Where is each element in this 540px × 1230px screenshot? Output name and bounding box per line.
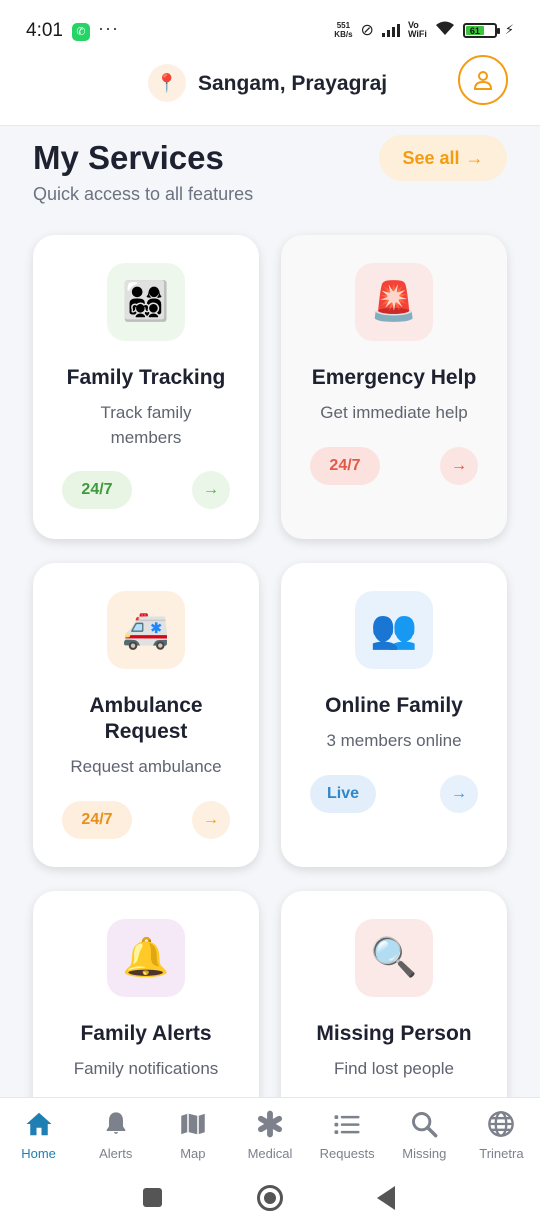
nav-label: Trinetra <box>479 1146 524 1161</box>
card-title: Online Family <box>325 694 463 717</box>
status-icons: 551 KB/s ⊘ Vo WiFi 61 ⚡ <box>334 20 514 40</box>
nav-label: Home <box>21 1146 56 1161</box>
list-icon <box>331 1108 363 1140</box>
back-button[interactable] <box>377 1186 395 1210</box>
ambulance-icon: 🚑 <box>107 591 185 669</box>
nav-label: Medical <box>247 1146 293 1161</box>
nav-label: Requests <box>319 1146 375 1161</box>
status-badge: 24/7 <box>310 447 380 485</box>
nav-label: Alerts <box>99 1146 133 1161</box>
whatsapp-icon: ✆ <box>72 23 90 41</box>
nav-alerts[interactable]: Alerts <box>77 1098 154 1169</box>
card-subtitle: 3 members online <box>326 731 462 750</box>
card-title: Ambulance Request <box>89 694 203 743</box>
app-header: 📍 Sangam, Prayagraj <box>0 55 540 126</box>
arrow-right-button[interactable]: → <box>440 447 478 485</box>
vowifi-wifi: WiFi <box>407 29 427 39</box>
card-subtitle: Get immediate help <box>320 403 468 422</box>
status-bar: 4:01 ✆ ··· 551 KB/s ⊘ Vo WiFi 61 ⚡ <box>0 0 540 62</box>
network-speed: 551 KB/s <box>334 21 352 39</box>
battery-icon: 61 <box>462 22 500 38</box>
nav-medical[interactable]: Medical <box>231 1098 308 1169</box>
card-subtitle: Find lost people <box>333 1059 455 1078</box>
card-title: Family Tracking <box>66 366 226 389</box>
arrow-right-button[interactable]: → <box>192 471 230 509</box>
card-title: Emergency Help <box>311 366 477 389</box>
battery-level: 61 <box>465 25 484 36</box>
nav-home[interactable]: Home <box>0 1098 77 1169</box>
status-badge: Live <box>310 775 376 813</box>
arrow-right-button[interactable]: → <box>192 801 230 839</box>
search-icon <box>408 1108 440 1140</box>
charging-icon: ⚡ <box>504 22 514 37</box>
signal-icon <box>381 23 400 37</box>
nav-missing[interactable]: Missing <box>386 1098 463 1169</box>
card-title: Family Alerts <box>80 1022 212 1045</box>
location-pin-icon: 📍 <box>148 64 186 102</box>
user-icon <box>473 71 493 90</box>
card-online-family[interactable]: 👥 Online Family 3 members online Live → <box>281 563 507 867</box>
map-icon <box>177 1108 209 1140</box>
medical-icon <box>254 1108 286 1140</box>
location-label[interactable]: Sangam, Prayagraj <box>198 72 387 96</box>
nav-label: Missing <box>402 1146 447 1161</box>
network-speed-unit: KB/s <box>334 30 353 39</box>
services-content[interactable]: My Services Quick access to all features… <box>0 127 540 1097</box>
family-icon: 👨‍👩‍👧‍👦 <box>107 263 185 341</box>
status-badge: 24/7 <box>62 801 132 839</box>
card-subtitle: Track family members <box>100 403 192 447</box>
home-icon <box>23 1108 55 1140</box>
card-subtitle: Request ambulance <box>70 757 222 776</box>
card-emergency-help[interactable]: 🚨 Emergency Help Get immediate help 24/7… <box>281 235 507 539</box>
nav-requests[interactable]: Requests <box>309 1098 386 1169</box>
bell-icon <box>100 1108 132 1140</box>
page-subtitle: Quick access to all features <box>33 184 254 204</box>
status-time: 4:01 <box>26 20 63 41</box>
globe-icon <box>485 1108 517 1140</box>
nav-trinetra[interactable]: Trinetra <box>463 1098 540 1169</box>
see-all-label: See all <box>402 147 460 168</box>
siren-icon: 🚨 <box>355 263 433 341</box>
card-family-alerts[interactable]: 🔔 Family Alerts Family notifications <box>33 891 259 1097</box>
status-badge: 24/7 <box>62 471 132 509</box>
wifi-icon <box>435 20 455 40</box>
home-system-button[interactable] <box>257 1185 283 1211</box>
page-title: My Services <box>33 139 224 176</box>
profile-button[interactable] <box>458 55 508 105</box>
arrow-right-icon: → <box>465 147 484 168</box>
bottom-nav: Home Alerts Map Medical Requests Missing <box>0 1097 540 1169</box>
nav-label: Map <box>180 1146 206 1161</box>
network-speed-value: 551 <box>336 21 351 30</box>
see-all-button[interactable]: See all → <box>379 135 507 181</box>
card-ambulance-request[interactable]: 🚑 Ambulance Request Request ambulance 24… <box>33 563 259 867</box>
hotspot-icon: ⊘ <box>360 22 374 39</box>
magnifier-icon: 🔍 <box>355 919 433 997</box>
recents-button[interactable] <box>143 1188 162 1207</box>
card-missing-person[interactable]: 🔍 Missing Person Find lost people <box>281 891 507 1097</box>
nav-map[interactable]: Map <box>154 1098 231 1169</box>
bell-icon: 🔔 <box>107 919 185 997</box>
vowifi-icon: Vo WiFi <box>408 21 427 39</box>
people-icon: 👥 <box>355 591 433 669</box>
arrow-right-button[interactable]: → <box>440 775 478 813</box>
system-nav-bar <box>0 1169 540 1230</box>
card-title: Missing Person <box>316 1022 472 1045</box>
card-family-tracking[interactable]: 👨‍👩‍👧‍👦 Family Tracking Track family mem… <box>33 235 259 539</box>
more-notifications-icon: ··· <box>98 18 119 38</box>
card-subtitle: Family notifications <box>73 1059 219 1078</box>
